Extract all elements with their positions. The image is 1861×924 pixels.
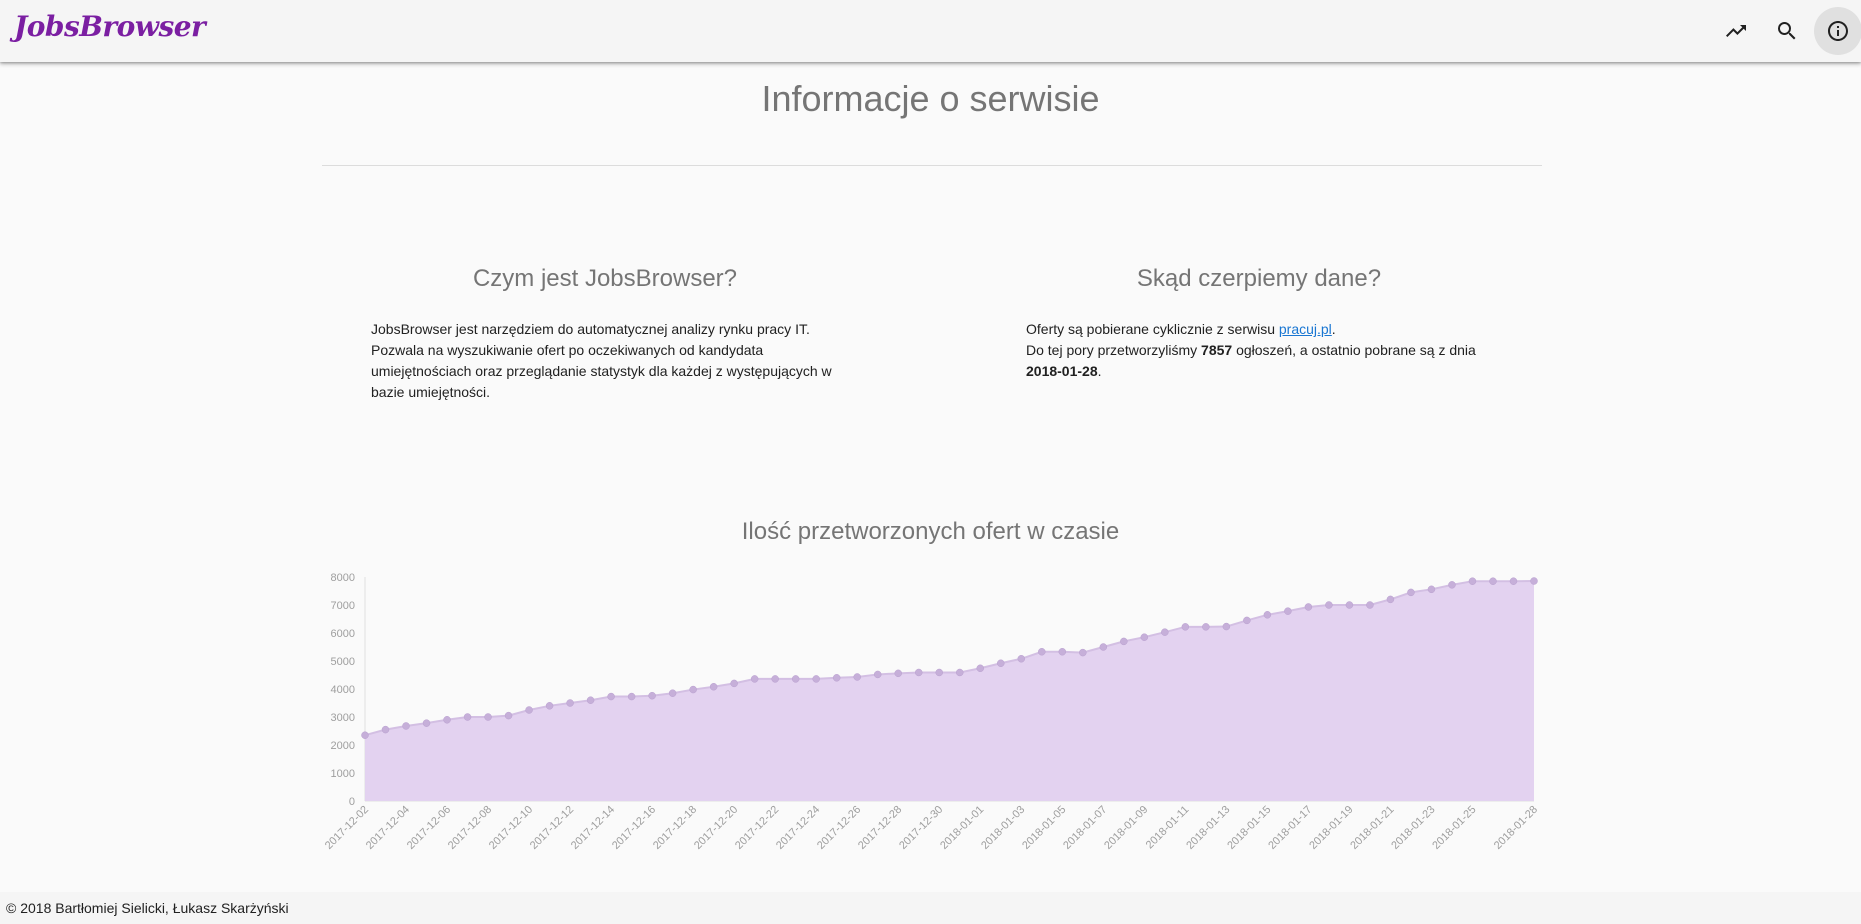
trending-button[interactable] bbox=[1712, 7, 1760, 55]
data-point bbox=[689, 685, 697, 694]
chart-title: Ilość przetworzonych ofert w czasie bbox=[741, 518, 1120, 545]
data-point bbox=[997, 659, 1005, 667]
data-point bbox=[1181, 623, 1190, 631]
x-tick-label: 2018-01-09 bbox=[1102, 804, 1150, 852]
series-area bbox=[365, 581, 1534, 801]
y-tick-label: 1000 bbox=[331, 768, 355, 780]
data-point bbox=[1325, 601, 1333, 609]
data-point bbox=[566, 699, 574, 707]
data-point bbox=[1468, 577, 1477, 585]
data-point bbox=[1427, 585, 1436, 594]
data-point bbox=[1448, 581, 1456, 589]
data-point bbox=[750, 675, 759, 683]
data-point bbox=[545, 702, 554, 710]
y-tick-label: 0 bbox=[349, 796, 355, 808]
top-toolbar: JobsBrowser bbox=[0, 0, 1861, 62]
source-line2-suffix: . bbox=[1097, 363, 1102, 379]
data-point bbox=[463, 713, 472, 721]
source-text: Oferty są pobierane cyklicznie z serwisu… bbox=[1026, 319, 1506, 382]
data-point bbox=[361, 731, 369, 739]
data-point bbox=[1304, 603, 1313, 611]
y-tick-label: 7000 bbox=[331, 600, 355, 612]
data-point bbox=[1038, 648, 1046, 656]
data-point bbox=[504, 711, 513, 720]
data-point bbox=[402, 722, 410, 730]
data-point bbox=[873, 670, 882, 679]
data-point bbox=[607, 692, 615, 701]
data-point bbox=[1058, 648, 1067, 656]
data-point bbox=[791, 675, 800, 683]
data-point bbox=[1243, 616, 1251, 625]
data-point bbox=[1079, 648, 1087, 657]
info-icon bbox=[1828, 21, 1848, 41]
trending-icon bbox=[1726, 25, 1746, 37]
info-button[interactable] bbox=[1814, 7, 1861, 55]
y-tick-label: 6000 bbox=[331, 628, 355, 640]
data-point bbox=[956, 668, 964, 677]
source-line2-middle: ogłoszeń, a ostatnio pobrane są z dnia bbox=[1232, 342, 1476, 358]
data-point bbox=[484, 713, 492, 721]
offers-chart: 0100020003000400050006000700080002017-12… bbox=[323, 572, 1540, 852]
about-heading: Czym jest JobsBrowser? bbox=[472, 265, 738, 292]
data-point bbox=[525, 706, 533, 714]
data-point bbox=[853, 673, 861, 681]
y-tick-label: 5000 bbox=[331, 656, 355, 668]
data-point bbox=[1509, 577, 1518, 585]
x-tick-label: 2018-01-28 bbox=[1492, 804, 1540, 852]
data-point bbox=[935, 668, 943, 677]
source-line2-prefix: Do tej pory przetworzyliśmy bbox=[1026, 342, 1202, 358]
data-point bbox=[1017, 655, 1026, 663]
data-point bbox=[586, 696, 595, 704]
data-point bbox=[1366, 601, 1374, 609]
offer-count: 7857 bbox=[1201, 342, 1233, 358]
source-heading: Skąd czerpiemy dane? bbox=[1136, 265, 1382, 292]
data-point bbox=[1345, 601, 1354, 609]
about-text: JobsBrowser jest narzędziem do automatyc… bbox=[371, 321, 832, 400]
data-point bbox=[1284, 607, 1292, 615]
x-tick-label: 2018-01-25 bbox=[1430, 804, 1478, 852]
data-point bbox=[812, 675, 820, 683]
data-point bbox=[1140, 633, 1149, 641]
y-tick-label: 4000 bbox=[331, 684, 355, 696]
data-point bbox=[1386, 595, 1395, 604]
search-icon bbox=[1778, 22, 1796, 40]
title-divider bbox=[322, 165, 1542, 166]
y-tick-label: 3000 bbox=[331, 712, 355, 724]
data-point bbox=[627, 692, 636, 701]
footer-copyright: © 2018 Bartłomiej Sielicki, Łukasz Skarż… bbox=[6, 900, 289, 916]
search-button[interactable] bbox=[1763, 7, 1811, 55]
data-point bbox=[648, 691, 656, 700]
data-point bbox=[894, 669, 902, 678]
data-point bbox=[730, 679, 738, 688]
data-point bbox=[1161, 628, 1169, 636]
data-point bbox=[1263, 611, 1272, 619]
data-point bbox=[1489, 577, 1497, 585]
data-point bbox=[422, 719, 431, 727]
source-line1-prefix: Oferty są pobierane cyklicznie z serwisu bbox=[1026, 321, 1279, 337]
app-logo[interactable]: JobsBrowser bbox=[14, 10, 206, 43]
data-point bbox=[668, 689, 677, 697]
data-point bbox=[709, 683, 718, 691]
data-point bbox=[443, 716, 451, 724]
last-date: 2018-01-28 bbox=[1026, 363, 1098, 379]
data-point bbox=[771, 675, 779, 683]
data-point bbox=[914, 668, 923, 677]
source-line1-suffix: . bbox=[1331, 321, 1336, 337]
pracuj-link[interactable]: pracuj.pl bbox=[1279, 321, 1332, 337]
data-point bbox=[832, 674, 841, 682]
y-tick-label: 8000 bbox=[331, 572, 355, 584]
footer: © 2018 Bartłomiej Sielicki, Łukasz Skarż… bbox=[0, 892, 1861, 924]
page-title: Informacje o serwisie bbox=[761, 78, 1100, 119]
data-point bbox=[976, 664, 985, 673]
data-point bbox=[1530, 577, 1538, 585]
data-point bbox=[1222, 622, 1231, 631]
data-point bbox=[381, 725, 390, 734]
data-point bbox=[1407, 588, 1415, 597]
data-point bbox=[1202, 623, 1210, 631]
y-tick-label: 2000 bbox=[331, 740, 355, 752]
data-point bbox=[1120, 637, 1128, 646]
data-point bbox=[1099, 643, 1108, 651]
